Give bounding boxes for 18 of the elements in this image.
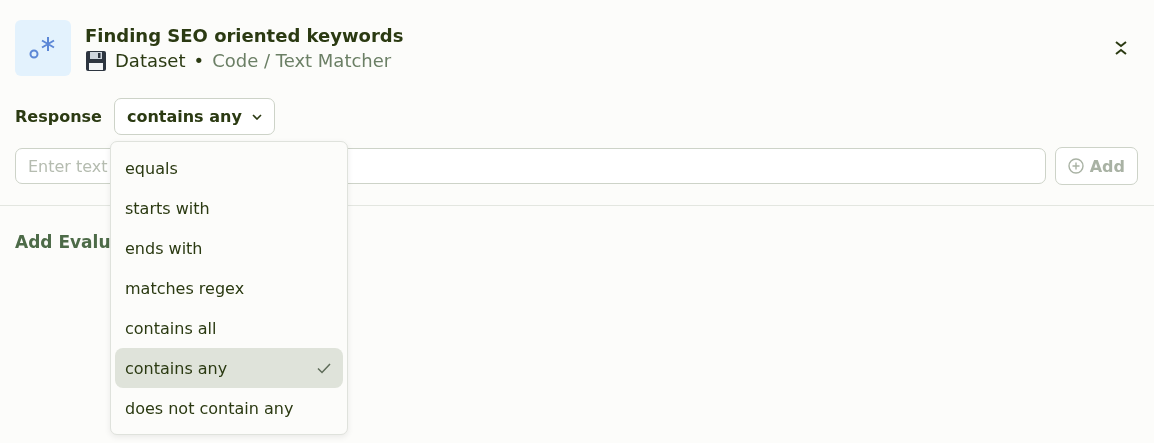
response-label: Response: [15, 107, 102, 126]
evaluator-icon: [15, 20, 71, 76]
dropdown-option[interactable]: matches regex: [115, 268, 343, 308]
check-icon: [317, 362, 331, 374]
section-title: Add Evalu: [15, 232, 111, 252]
match-type-select[interactable]: contains any: [113, 98, 275, 135]
separator-dot: •: [193, 50, 205, 71]
caret-icon: [251, 113, 262, 120]
dropdown-option[interactable]: contains all: [115, 308, 343, 348]
collapse-chevrons-icon: [1114, 40, 1128, 56]
dropdown-option[interactable]: does not contain any: [115, 388, 343, 428]
plus-circle-icon: [1067, 158, 1084, 174]
dropdown-option[interactable]: contains any: [115, 348, 343, 388]
dropdown-option[interactable]: ends with: [115, 228, 343, 268]
source-label: Dataset: [115, 50, 186, 71]
evaluator-path: Code / Text Matcher: [212, 50, 392, 71]
dropdown-option[interactable]: starts with: [115, 188, 343, 228]
evaluator-title: Finding SEO oriented keywords: [85, 24, 405, 46]
